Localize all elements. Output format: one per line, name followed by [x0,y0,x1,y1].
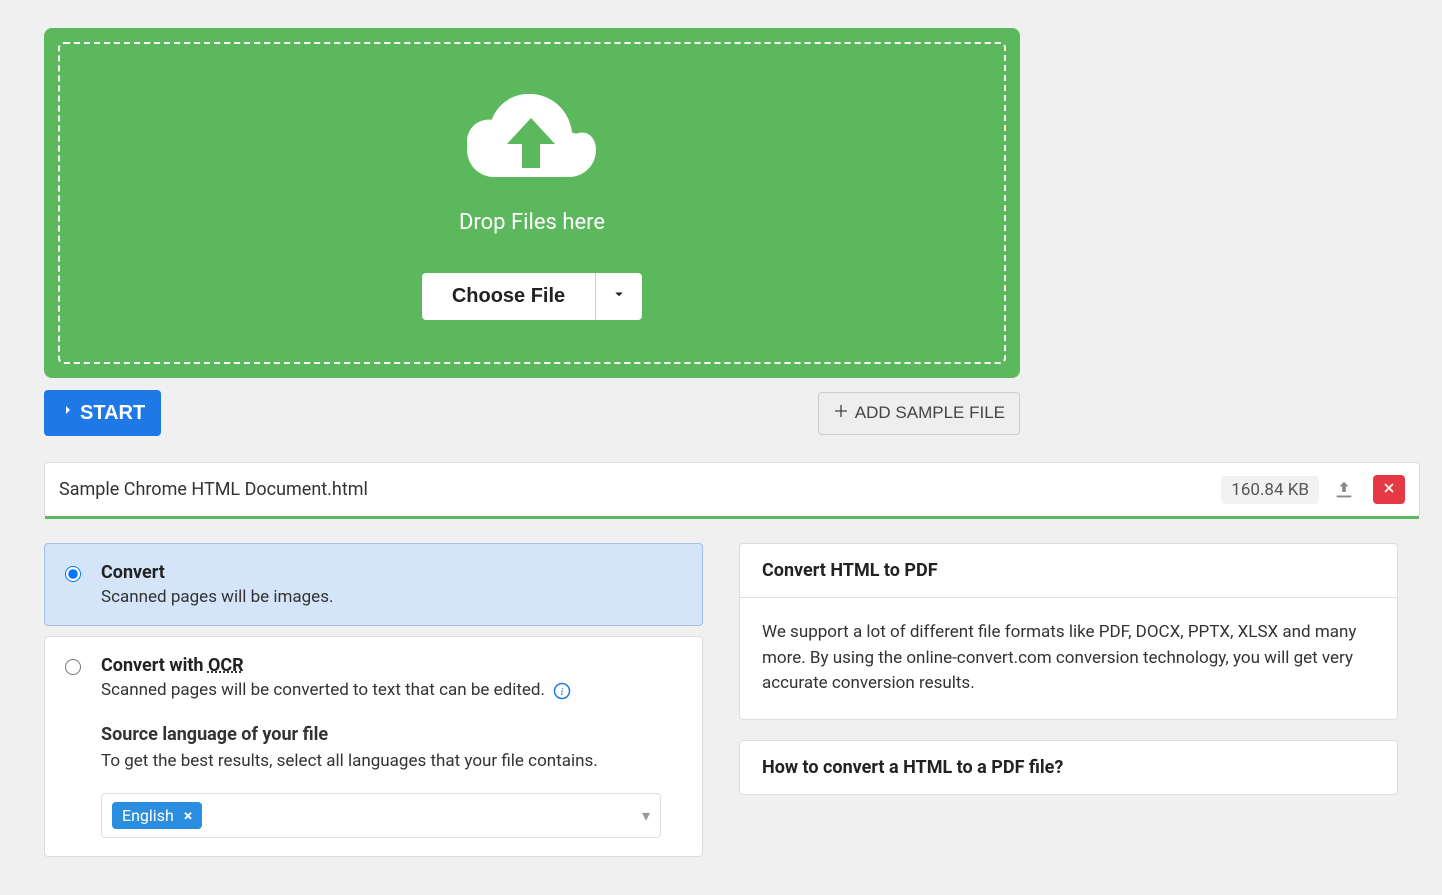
cloud-upload-icon [467,94,597,194]
file-row: Sample Chrome HTML Document.html 160.84 … [44,462,1420,517]
file-size: 160.84 KB [1221,476,1319,504]
start-label: START [80,402,145,425]
info-card-convert-body: We support a lot of different file forma… [740,598,1397,719]
file-name: Sample Chrome HTML Document.html [59,479,1221,500]
info-card-convert-title: Convert HTML to PDF [740,544,1397,598]
option-convert-ocr-desc: Scanned pages will be converted to text … [101,680,682,700]
svg-text:i: i [561,686,564,697]
choose-file-group: Choose File [422,273,642,320]
radio-convert-ocr[interactable] [65,659,81,675]
language-select[interactable]: English × ▾ [101,793,661,838]
upload-icon [1333,479,1355,501]
start-button[interactable]: START [44,390,161,436]
option-convert-title: Convert [101,562,682,583]
source-language-label: Source language of your file [101,724,682,745]
info-icon[interactable]: i [553,682,571,700]
chevron-down-icon [610,285,628,308]
add-sample-file-button[interactable]: ADD SAMPLE FILE [818,392,1020,435]
info-card-howto[interactable]: How to convert a HTML to a PDF file? [739,740,1398,795]
choose-file-button[interactable]: Choose File [422,273,595,320]
choose-file-dropdown[interactable] [595,273,642,320]
info-card-howto-title: How to convert a HTML to a PDF file? [740,741,1397,794]
option-convert-ocr-title: Convert with OCR [101,655,682,676]
source-language-desc: To get the best results, select all lang… [101,751,682,771]
dropzone-inner: Drop Files here Choose File [58,42,1006,364]
radio-convert[interactable] [65,566,81,582]
remove-file-button[interactable] [1373,475,1405,504]
option-convert-desc: Scanned pages will be images. [101,587,682,607]
chevron-right-icon [60,400,76,426]
language-tag-remove[interactable]: × [184,806,193,825]
option-convert[interactable]: Convert Scanned pages will be images. [44,543,703,626]
dropzone[interactable]: Drop Files here Choose File [44,28,1020,378]
info-card-convert: Convert HTML to PDF We support a lot of … [739,543,1398,720]
add-sample-label: ADD SAMPLE FILE [855,403,1005,423]
drop-text: Drop Files here [80,210,984,235]
close-icon [1382,481,1396,498]
option-convert-ocr[interactable]: Convert with OCR Scanned pages will be c… [44,636,703,857]
plus-icon [833,403,849,424]
language-tag: English × [112,802,202,829]
caret-down-icon: ▾ [642,806,650,825]
language-tag-label: English [122,806,174,825]
toolbar: START ADD SAMPLE FILE [44,390,1020,436]
